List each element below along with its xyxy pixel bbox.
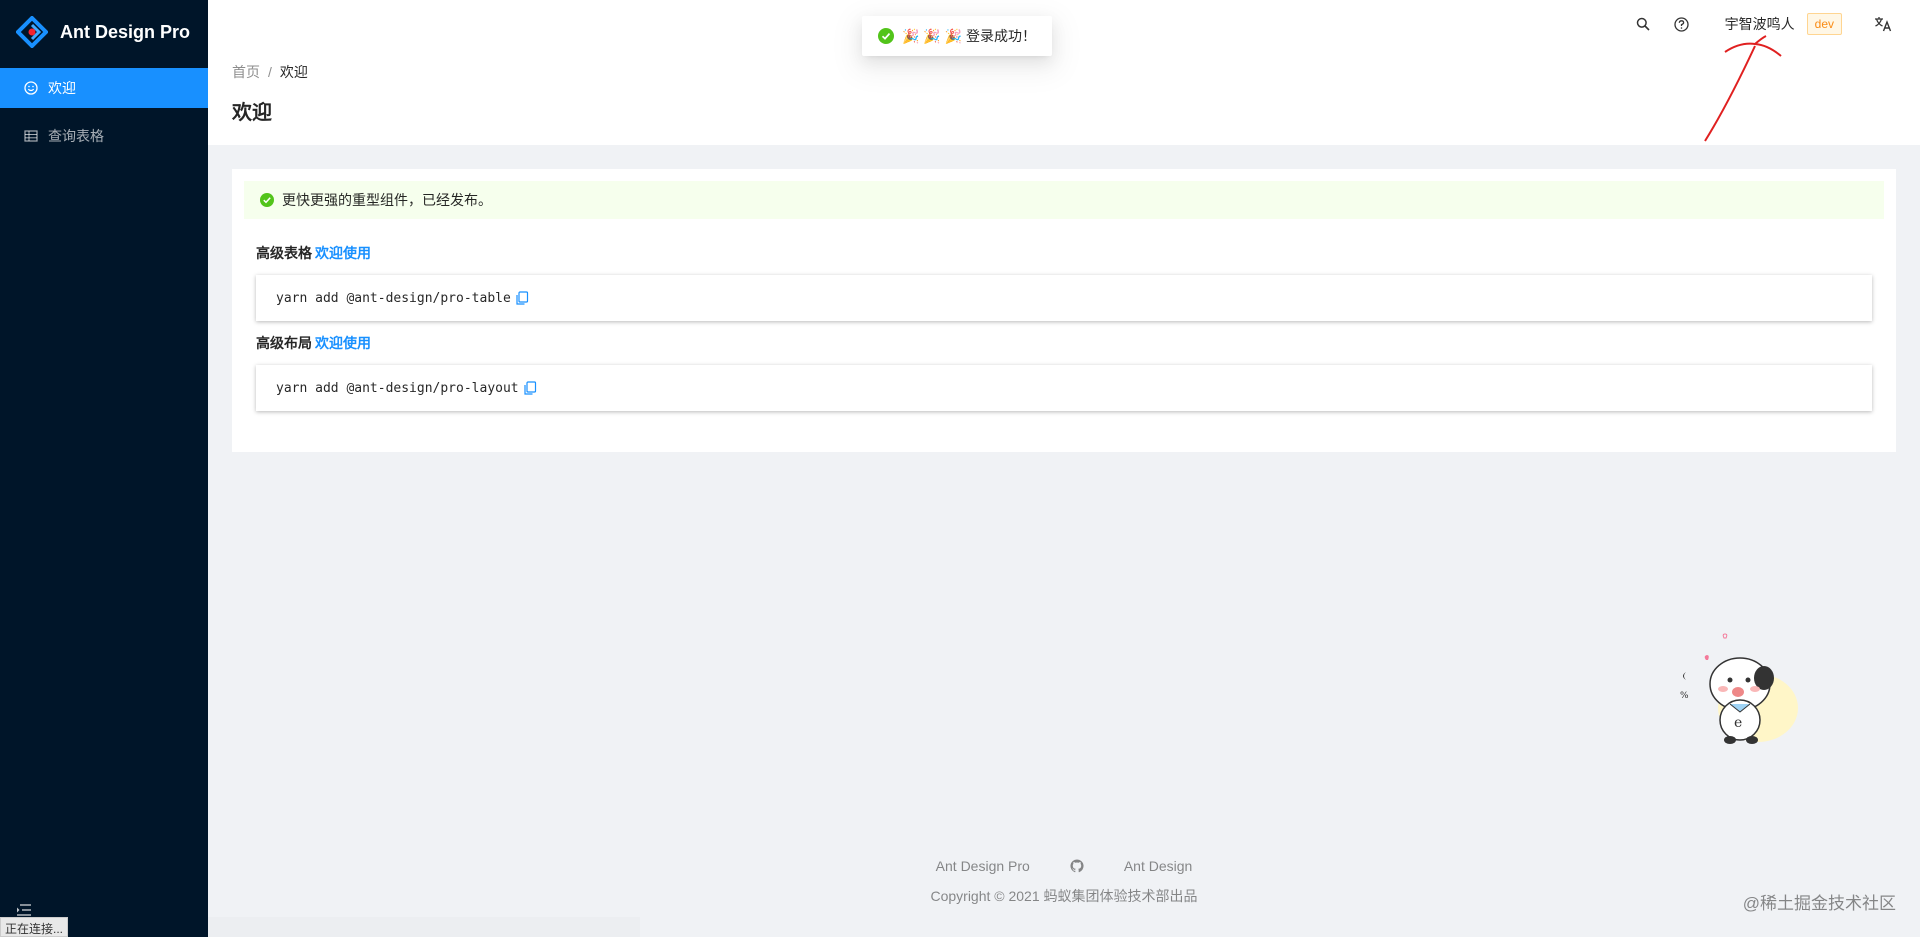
code-text: yarn add @ant-design/pro-layout bbox=[276, 380, 519, 396]
sidebar-menu: 欢迎 查询表格 bbox=[0, 68, 208, 156]
sidebar-item-welcome[interactable]: 欢迎 bbox=[0, 68, 208, 108]
sidebar-item-label: 欢迎 bbox=[48, 80, 76, 96]
alert-message: 更快更强的重型组件，已经发布。 bbox=[282, 192, 492, 208]
app-title: Ant Design Pro bbox=[60, 21, 191, 42]
check-circle-icon bbox=[260, 193, 274, 207]
welcome-link[interactable]: 欢迎使用 bbox=[315, 245, 371, 261]
logo[interactable]: Ant Design Pro bbox=[0, 0, 208, 64]
copyright: Copyright © 2021 蚂蚁集团体验技术部出品 bbox=[930, 888, 1198, 904]
check-circle-icon bbox=[878, 28, 894, 44]
page-title: 欢迎 bbox=[232, 102, 272, 124]
global-header: 宇智波鸣人 dev bbox=[208, 0, 1920, 48]
breadcrumb-separator: / bbox=[268, 64, 272, 80]
header-search-button[interactable] bbox=[1624, 0, 1662, 48]
smile-icon bbox=[24, 81, 38, 95]
section-title-text: 高级布局 bbox=[256, 335, 312, 351]
ant-design-logo-icon bbox=[16, 16, 48, 48]
sidebar-item-table[interactable]: 查询表格 bbox=[0, 116, 208, 156]
page-header: 首页 / 欢迎 欢迎 bbox=[208, 48, 1920, 145]
cow-mascot-sticker: e % bbox=[1680, 633, 1798, 744]
footer-link-ant-design-pro[interactable]: Ant Design Pro bbox=[936, 858, 1030, 874]
code-block-pro-table: yarn add @ant-design/pro-table bbox=[256, 275, 1872, 321]
breadcrumb: 首页 / 欢迎 bbox=[232, 62, 1896, 82]
svg-text:e: e bbox=[1734, 715, 1742, 731]
env-tag: dev bbox=[1806, 13, 1842, 35]
login-success-toast: 🎉 🎉 🎉 登录成功！ bbox=[862, 16, 1052, 56]
copy-icon[interactable] bbox=[515, 291, 529, 305]
search-icon bbox=[1636, 17, 1650, 31]
red-arrow-annotation bbox=[1704, 35, 1782, 142]
section-title-pro-table: 高级表格 欢迎使用 bbox=[256, 243, 1884, 263]
toast-message: 🎉 🎉 🎉 登录成功！ bbox=[902, 28, 1036, 44]
copy-icon[interactable] bbox=[523, 381, 537, 395]
footer-links: Ant Design Pro Ant Design bbox=[208, 858, 1920, 874]
language-switch[interactable] bbox=[1854, 0, 1904, 48]
sidebar: Ant Design Pro 欢迎 查询表格 bbox=[0, 0, 208, 937]
question-icon bbox=[1673, 16, 1689, 32]
user-name: 宇智波鸣人 bbox=[1724, 16, 1795, 32]
footer-link-ant-design[interactable]: Ant Design bbox=[1124, 858, 1192, 874]
breadcrumb-current: 欢迎 bbox=[279, 64, 308, 80]
sidebar-item-label: 查询表格 bbox=[48, 128, 104, 144]
welcome-link[interactable]: 欢迎使用 bbox=[315, 335, 371, 351]
browser-status-bar: 正在连接... bbox=[0, 917, 69, 937]
breadcrumb-home[interactable]: 首页 bbox=[232, 64, 260, 80]
code-block-pro-layout: yarn add @ant-design/pro-layout bbox=[256, 365, 1872, 411]
code-text: yarn add @ant-design/pro-table bbox=[276, 290, 511, 306]
juejin-watermark: @稀土掘金技术社区 bbox=[1742, 894, 1896, 913]
success-alert: 更快更强的重型组件，已经发布。 bbox=[244, 181, 1884, 219]
menu-fold-icon[interactable] bbox=[16, 903, 32, 917]
section-title-text: 高级表格 bbox=[256, 245, 312, 261]
section-title-pro-layout: 高级布局 欢迎使用 bbox=[256, 333, 1884, 353]
global-footer: Ant Design Pro Ant Design Copyright © 20… bbox=[208, 858, 1920, 906]
header-help-button[interactable] bbox=[1662, 0, 1701, 48]
table-icon bbox=[24, 129, 38, 143]
translate-icon bbox=[1875, 17, 1892, 32]
welcome-card: 更快更强的重型组件，已经发布。 高级表格 欢迎使用 yarn add @ant-d… bbox=[232, 169, 1896, 452]
status-strip bbox=[208, 917, 640, 937]
github-icon[interactable] bbox=[1070, 859, 1084, 873]
svg-text:%: % bbox=[1680, 691, 1689, 701]
